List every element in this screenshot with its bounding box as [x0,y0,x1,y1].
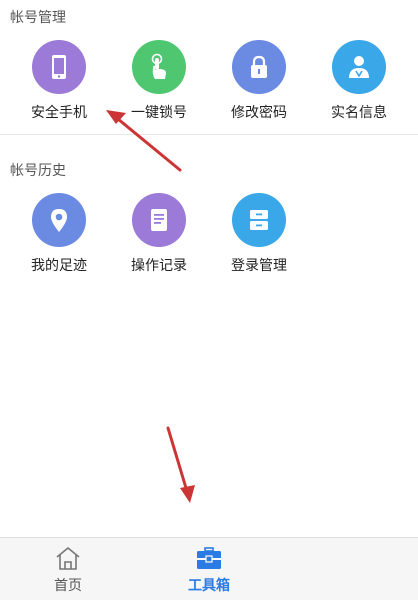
tab-toolbox-label: 工具箱 [188,578,230,594]
annotation-arrow-to-toolbox [166,426,195,503]
toolbox-icon [149,545,269,571]
tap-hand-icon [132,40,186,94]
grid-item-label: 操作记录 [131,258,187,274]
grid-item-change-password[interactable]: 修改密码 [209,40,309,122]
grid-item-label: 修改密码 [231,105,287,121]
home-icon [8,545,128,571]
grid-item-one-click-lock[interactable]: 一键锁号 [109,40,209,122]
grid-item-label: 登录管理 [231,258,287,274]
grid-item-label: 一键锁号 [131,105,187,121]
phone-icon [32,40,86,94]
drawer-icon [232,193,286,247]
grid-item-secure-phone[interactable]: 安全手机 [9,40,109,122]
lock-icon [232,40,286,94]
grid-item-label: 实名信息 [331,105,387,121]
grid-item-operation-records[interactable]: 操作记录 [109,193,209,275]
grid-item-real-name-info[interactable]: 实名信息 [309,40,409,122]
grid-item-label: 我的足迹 [31,258,87,274]
section-title-account-management: 帐号管理 [10,10,66,26]
location-pin-icon [32,193,86,247]
grid-item-login-management[interactable]: 登录管理 [209,193,309,275]
grid-item-label: 安全手机 [31,105,87,121]
bottom-tab-bar: 首页 工具箱 [0,537,418,600]
grid-item-my-footprints[interactable]: 我的足迹 [9,193,109,275]
section-title-account-history: 帐号历史 [10,163,66,179]
id-card-icon [332,40,386,94]
tab-home[interactable]: 首页 [8,538,128,600]
tab-toolbox[interactable]: 工具箱 [149,538,269,600]
section-divider [0,134,418,135]
document-icon [132,193,186,247]
tab-home-label: 首页 [54,578,82,594]
